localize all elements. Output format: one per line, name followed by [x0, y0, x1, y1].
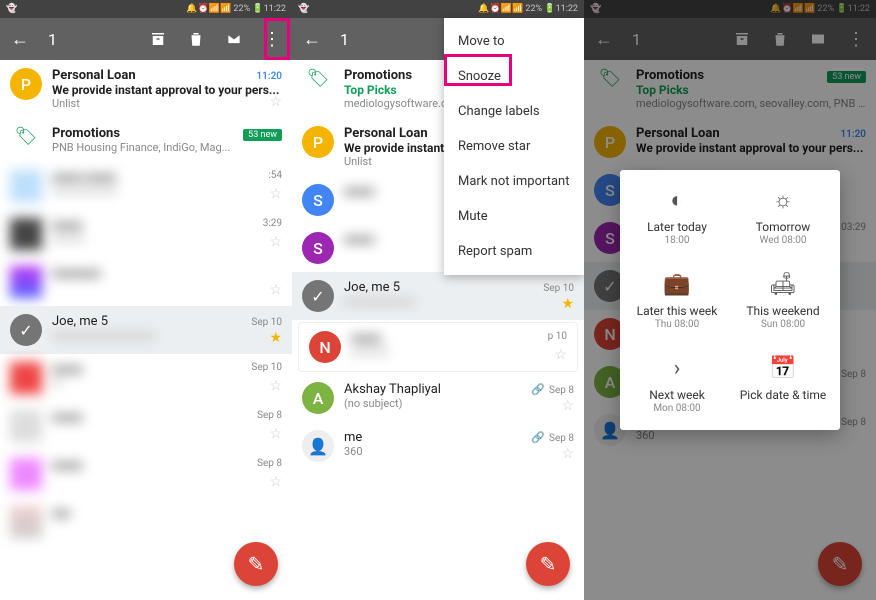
back-icon[interactable]: ←: [302, 29, 322, 49]
half-sun-icon: ◐: [624, 186, 730, 214]
preview: Unlist: [52, 97, 282, 110]
menu-change-labels[interactable]: Change labels: [444, 94, 584, 129]
mark-read-icon[interactable]: [224, 29, 244, 49]
menu-mute[interactable]: Mute: [444, 199, 584, 234]
star-icon[interactable]: ☆: [269, 282, 282, 298]
snooze-this-weekend[interactable]: 🛋 This weekend Sun 08:00: [730, 270, 836, 330]
menu-report-spam[interactable]: Report spam: [444, 234, 584, 269]
more-icon[interactable]: ⋮: [262, 29, 282, 49]
email-list[interactable]: P Personal Loan 11:20 We provide instant …: [0, 60, 292, 546]
email-row-blurred[interactable]: xxxxx xxxxxxxxxxxxxxxxx :54 ☆: [0, 162, 292, 210]
time: Sep 10: [251, 362, 282, 373]
sender: Joe, me 5: [52, 314, 108, 329]
email-row-selected[interactable]: ✓ Joe, me 5Sep 10 xxxxxxxxxxxxx ★: [292, 272, 584, 320]
email-row-blurred[interactable]: xxxxx Sep 8 ☆: [0, 450, 292, 498]
time: Sep 8: [257, 458, 282, 469]
menu-move-to[interactable]: Move to: [444, 24, 584, 59]
email-row-blurred[interactable]: N xxxxxxxxxxxx p 10 ☆: [298, 322, 578, 372]
attachment-icon: 🔗: [531, 383, 545, 396]
email-row-akshay[interactable]: A Akshay Thapliyal🔗Sep 8 (no subject) ☆: [292, 374, 584, 422]
archive-icon[interactable]: [148, 29, 168, 49]
star-icon[interactable]: ☆: [269, 426, 282, 442]
status-icons: 🔔⏰📶📶 22% 🔋11:22: [186, 4, 286, 14]
promotions-tag-icon: 🏷: [10, 126, 42, 154]
status-bar: 👻 🔔⏰📶📶 22% 🔋11:22: [292, 0, 584, 18]
screen-1: 👻 🔔⏰📶📶 22% 🔋11:22 ← 1 ⋮ P Personal Loan 1…: [0, 0, 292, 600]
time: :54: [268, 170, 282, 181]
star-icon[interactable]: ☆: [269, 474, 282, 490]
email-row-blurred[interactable]: xxxxxxxx ☆: [0, 258, 292, 306]
snooze-later-today[interactable]: ◐ Later today 18:00: [624, 186, 730, 246]
preview: PNB Housing Finance, IndiGo, Mag...: [52, 141, 282, 154]
snooze-next-week[interactable]: › Next week Mon 08:00: [624, 354, 730, 414]
email-row-personal-loan[interactable]: P Personal Loan 11:20 We provide instant …: [0, 60, 292, 118]
time: 11:20: [256, 71, 282, 82]
badge: 53 new: [243, 129, 282, 141]
snooze-dialog: ◐ Later today 18:00 ☼ Tomorrow Wed 08:00…: [620, 170, 840, 430]
time: Sep 8: [257, 410, 282, 421]
next-icon: ›: [624, 354, 730, 382]
couch-icon: 🛋: [730, 270, 836, 298]
menu-mark-not-important[interactable]: Mark not important: [444, 164, 584, 199]
email-row-selected[interactable]: ✓ Joe, me 5Sep 10 xxxxxxxxxxxxxxxxxxx ★: [0, 306, 292, 354]
star-icon[interactable]: ★: [269, 330, 282, 346]
label: Promotions: [52, 126, 120, 141]
briefcase-icon: 💼: [624, 270, 730, 298]
avatar: P: [10, 68, 42, 100]
overflow-menu: Move to Snooze Change labels Remove star…: [444, 18, 584, 275]
menu-snooze[interactable]: Snooze: [444, 59, 584, 94]
attachment-icon: 🔗: [531, 431, 545, 444]
menu-remove-star[interactable]: Remove star: [444, 129, 584, 164]
selection-toolbar: ← 1 ⋮: [0, 18, 292, 60]
star-icon[interactable]: ☆: [269, 234, 282, 250]
email-row-blurred[interactable]: xxx: [0, 498, 292, 546]
star-icon[interactable]: ☆: [269, 378, 282, 394]
time: Sep 10: [251, 317, 282, 328]
promotions-tag-icon: 🏷: [302, 68, 334, 110]
compose-fab[interactable]: ✎: [526, 542, 570, 586]
delete-icon[interactable]: [186, 29, 206, 49]
pencil-icon: ✎: [248, 552, 265, 576]
email-row-promotions[interactable]: 🏷 Promotions 53 new PNB Housing Finance, …: [0, 118, 292, 162]
selection-count: 1: [340, 30, 349, 49]
selected-check-icon: ✓: [302, 280, 334, 312]
snooze-tomorrow[interactable]: ☼ Tomorrow Wed 08:00: [730, 186, 836, 246]
status-bar: 👻 🔔⏰📶📶 22% 🔋11:22: [0, 0, 292, 18]
screen-2: 👻 🔔⏰📶📶 22% 🔋11:22 ← 1 🏷 Promotions Top P…: [292, 0, 584, 600]
email-row-blurred[interactable]: xxxxx Sep 8 ☆: [0, 402, 292, 450]
snooze-pick-date[interactable]: 📅 Pick date & time: [730, 354, 836, 414]
sender: Personal Loan: [52, 68, 136, 83]
star-icon[interactable]: ☆: [269, 94, 282, 110]
sun-icon: ☼: [730, 186, 836, 214]
notif-icon: 👻: [6, 4, 17, 14]
back-icon[interactable]: ←: [10, 29, 30, 49]
email-row-blurred[interactable]: xxxxxxxxxxx 3:29 ☆: [0, 210, 292, 258]
selected-check-icon: ✓: [10, 314, 42, 346]
screen-3: 👻 🔔⏰📶📶 22% 🔋11:22 ← 1 ⋮ 🏷 Promotions53 n…: [584, 0, 876, 600]
star-icon[interactable]: ☆: [269, 186, 282, 202]
time: 3:29: [263, 218, 282, 229]
email-row-me[interactable]: 👤 me🔗Sep 8 360 ☆: [292, 422, 584, 470]
selection-count: 1: [48, 30, 57, 49]
snooze-later-this-week[interactable]: 💼 Later this week Thu 08:00: [624, 270, 730, 330]
calendar-icon: 📅: [730, 354, 836, 382]
email-row-blurred[interactable]: xxxxxkr... Sep 10 ☆: [0, 354, 292, 402]
subject: We provide instant approval to your pers…: [52, 83, 282, 97]
compose-fab[interactable]: ✎: [234, 542, 278, 586]
